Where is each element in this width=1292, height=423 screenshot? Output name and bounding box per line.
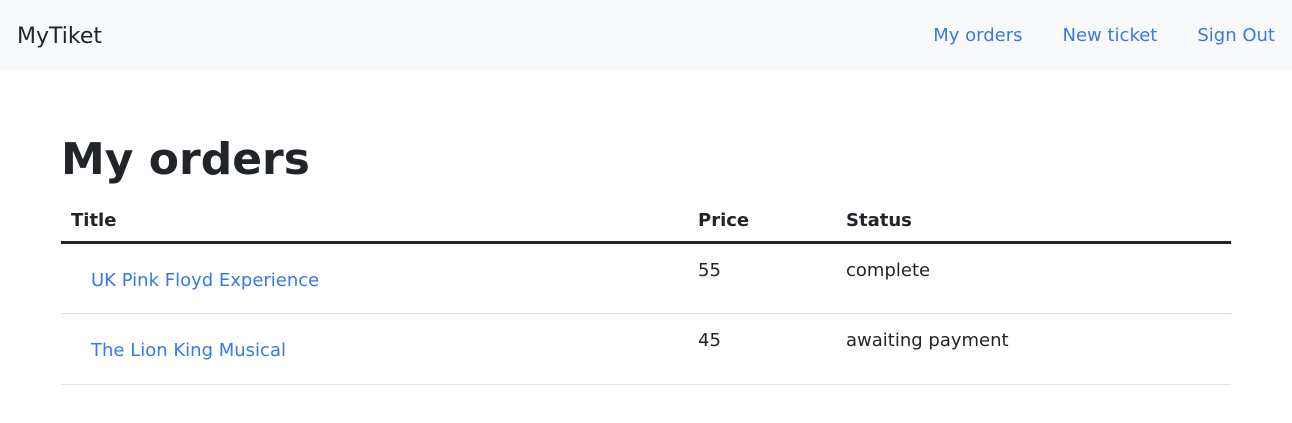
page-title: My orders: [61, 134, 310, 185]
order-title-link[interactable]: The Lion King Musical: [91, 340, 286, 361]
nav-links: My orders New ticket Sign Out: [933, 22, 1275, 50]
order-title-link[interactable]: UK Pink Floyd Experience: [91, 270, 319, 291]
order-title-cell: The Lion King Musical: [61, 313, 688, 385]
order-price-cell: 45: [688, 313, 836, 385]
navbar: MyTiket My orders New ticket Sign Out: [0, 0, 1292, 70]
orders-table: Title Price Status UK Pink Floyd Experie…: [61, 200, 1231, 385]
order-status-cell: complete: [836, 242, 1231, 314]
nav-link-my-orders[interactable]: My orders: [933, 22, 1022, 50]
table-row: The Lion King Musical 45 awaiting paymen…: [61, 313, 1231, 385]
column-header-status: Status: [836, 200, 1231, 244]
column-header-title: Title: [61, 200, 688, 244]
nav-link-new-ticket[interactable]: New ticket: [1063, 22, 1158, 50]
brand-link[interactable]: MyTiket: [17, 21, 102, 53]
main-content: My orders Title Price Status UK Pink Flo…: [61, 132, 1231, 385]
nav-link-sign-out[interactable]: Sign Out: [1197, 22, 1275, 50]
order-status-cell: awaiting payment: [836, 313, 1231, 385]
order-title-cell: UK Pink Floyd Experience: [61, 242, 688, 314]
table-row: UK Pink Floyd Experience 55 complete: [61, 242, 1231, 314]
column-header-price: Price: [688, 200, 836, 244]
table-header-row: Title Price Status: [61, 200, 1231, 244]
order-price-cell: 55: [688, 242, 836, 314]
